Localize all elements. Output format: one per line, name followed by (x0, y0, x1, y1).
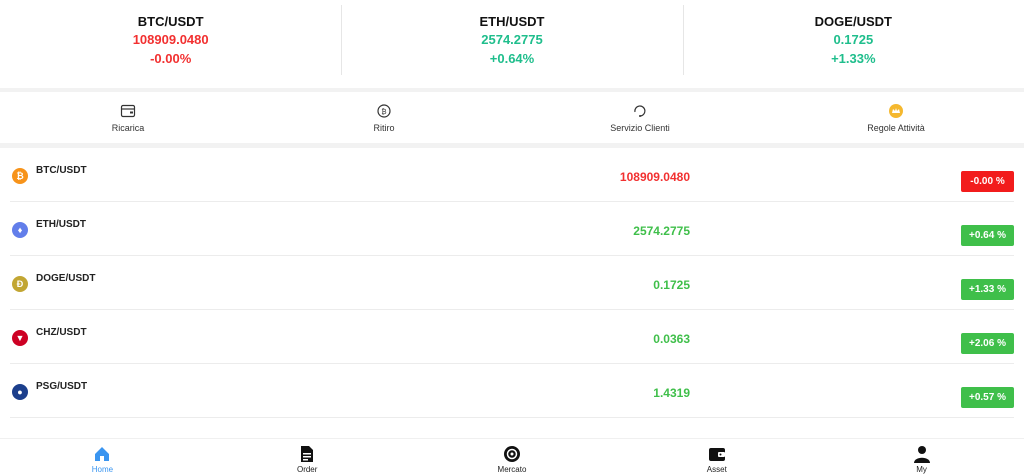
change-badge: +2.06 % (961, 333, 1014, 354)
market-pair: PSG/USDT (36, 381, 88, 392)
nav-label: My (916, 465, 927, 474)
ticker-change: +1.33% (831, 51, 876, 66)
nav-asset[interactable]: Asset (614, 439, 819, 475)
nav-label: Asset (706, 465, 727, 474)
change-badge: +0.57 % (961, 387, 1014, 408)
svg-text:₿: ₿ (381, 108, 386, 116)
nav-my[interactable]: My (819, 439, 1024, 475)
ticker-doge[interactable]: DOGE/USDT 0.1725 +1.33% (682, 0, 1024, 88)
market-price: 1.4319 (653, 386, 690, 400)
wallet-icon (120, 104, 136, 117)
market-pair: ETH/USDT (36, 219, 86, 230)
doge-icon: Ð (12, 275, 28, 292)
nav-market[interactable]: Mercato (410, 439, 615, 475)
quick-actions: Ricarica ₿ Ritiro Servizio Clienti Regol… (0, 92, 1024, 148)
market-row[interactable]: ▼ CHZ/USDT 0.0363 +2.06 % (10, 310, 1014, 364)
order-icon (301, 446, 314, 462)
market-row[interactable]: ₿ BTC/USDT 108909.0480 -0.00 % (10, 148, 1014, 202)
change-badge: +1.33 % (961, 279, 1014, 300)
market-row[interactable]: ● PSG/USDT 1.4319 +0.57 % (10, 364, 1014, 418)
ticker-header: BTC/USDT 108909.0480 -0.00% ETH/USDT 257… (0, 0, 1024, 92)
ticker-change: +0.64% (489, 51, 535, 66)
market-pair: DOGE/USDT (36, 273, 96, 284)
nav-order[interactable]: Order (205, 439, 410, 475)
action-label: Ritiro (373, 122, 395, 133)
ticker-price: 2574.2775 (481, 32, 543, 47)
action-activity-rules[interactable]: Regole Attività (768, 92, 1024, 143)
user-icon (913, 446, 930, 463)
market-icon (503, 446, 520, 462)
nav-label: Mercato (497, 465, 527, 474)
action-withdraw[interactable]: ₿ Ritiro (256, 92, 512, 143)
ticker-btc[interactable]: BTC/USDT 108909.0480 -0.00% (0, 0, 341, 88)
change-badge: +0.64 % (961, 225, 1014, 246)
customer-service-icon (634, 104, 646, 117)
action-label: Ricarica (111, 122, 145, 133)
crown-icon (889, 103, 903, 118)
market-pair: BTC/USDT (36, 165, 87, 176)
market-pair: CHZ/USDT (36, 327, 87, 338)
nav-home[interactable]: Home (0, 439, 205, 475)
market-price: 108909.0480 (619, 170, 690, 184)
psg-icon: ● (12, 383, 28, 400)
ticker-price: 0.1725 (833, 32, 874, 47)
nav-label: Home (91, 465, 114, 474)
action-customer-service[interactable]: Servizio Clienti (512, 92, 768, 143)
market-row[interactable]: ♦ ETH/USDT 2574.2775 +0.64 % (10, 202, 1014, 256)
market-list: ₿ BTC/USDT 108909.0480 -0.00 % ♦ ETH/USD… (0, 148, 1024, 418)
market-price: 0.1725 (653, 278, 690, 292)
ticker-price: 108909.0480 (132, 32, 209, 47)
nav-label: Order (296, 465, 318, 474)
withdraw-icon: ₿ (377, 103, 391, 118)
ticker-change: -0.00% (150, 51, 192, 66)
home-icon (95, 447, 110, 461)
action-recharge[interactable]: Ricarica (0, 92, 256, 143)
asset-icon (708, 448, 725, 461)
market-row[interactable]: Ð DOGE/USDT 0.1725 +1.33 % (10, 256, 1014, 310)
btc-icon: ₿ (12, 167, 28, 184)
bottom-nav: Home Order Mercato Asset My (0, 438, 1024, 475)
market-price: 0.0363 (653, 332, 690, 346)
eth-icon: ♦ (12, 221, 28, 238)
market-price: 2574.2775 (633, 224, 690, 238)
ticker-pair: DOGE/USDT (814, 14, 892, 29)
action-label: Regole Attività (867, 122, 925, 133)
chz-icon: ▼ (12, 329, 28, 346)
action-label: Servizio Clienti (610, 122, 670, 133)
ticker-pair: BTC/USDT (137, 14, 204, 29)
change-badge: -0.00 % (961, 171, 1014, 192)
ticker-eth[interactable]: ETH/USDT 2574.2775 +0.64% (341, 0, 682, 88)
ticker-pair: ETH/USDT (479, 14, 545, 29)
